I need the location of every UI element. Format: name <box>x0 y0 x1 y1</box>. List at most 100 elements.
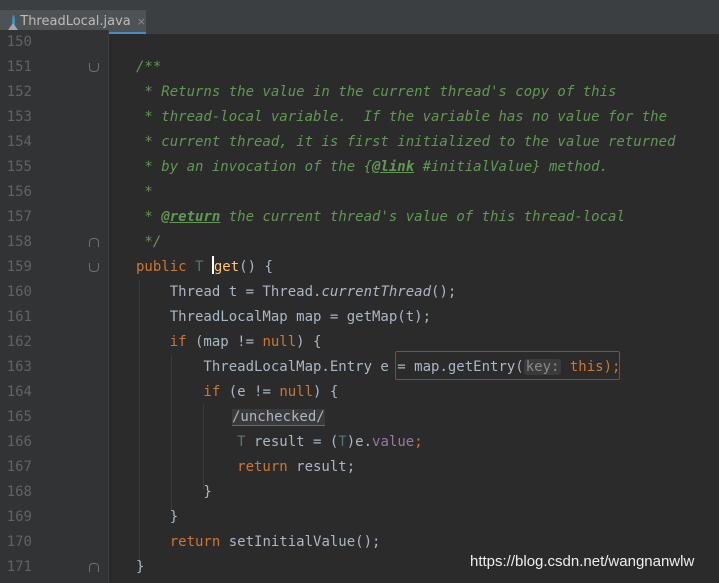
code-line-154: 154 * current thread, it is first initia… <box>0 130 719 155</box>
keyword: public <box>136 259 187 275</box>
code-text: return setInitialValue(); <box>136 530 381 555</box>
code-token: ThreadLocalMap.Entry e = <box>136 359 415 375</box>
code-token: result; <box>287 459 356 475</box>
type-param: T <box>136 434 246 450</box>
line-number: 165 <box>6 409 32 425</box>
code-token: ThreadLocalMap map = getMap(t); <box>136 309 432 325</box>
code-line-167: 167 return result; <box>0 455 719 480</box>
code-text: /unchecked/ <box>232 405 325 430</box>
keyword: null <box>262 334 297 350</box>
field: value <box>372 434 415 450</box>
highlight-box <box>395 351 620 380</box>
code-text: return result; <box>136 455 355 480</box>
folded-annotation[interactable]: /unchecked/ <box>232 409 325 426</box>
fold-end-icon[interactable] <box>89 563 99 572</box>
watermark: https://blog.csdn.net/wangnanwlw <box>470 553 695 570</box>
code-line-164: 164 if (e != null) { <box>0 380 719 405</box>
line-number: 155 <box>6 159 32 175</box>
line-number: 157 <box>6 209 32 225</box>
code-text: * current thread, it is first initialize… <box>136 130 675 155</box>
type-param: T <box>186 259 212 275</box>
line-number: 167 <box>6 459 32 475</box>
doc-comment: /** <box>136 59 162 75</box>
code-line-160: 160 Thread t = Thread.currentThread(); <box>0 280 719 305</box>
line-number: 153 <box>6 109 32 125</box>
line-number: 169 <box>6 509 32 525</box>
code-text: if (map != null) { <box>136 330 322 355</box>
code-token: ) { <box>296 334 322 350</box>
line-number: 162 <box>6 334 32 350</box>
code-text: } <box>136 480 212 505</box>
doc-comment: #initialValue} method. <box>414 159 609 175</box>
code-text: /** <box>136 55 161 80</box>
close-icon[interactable]: × <box>137 15 146 28</box>
code-token: setInitialValue(); <box>220 534 381 550</box>
java-class-icon <box>7 14 19 30</box>
keyword: return <box>136 534 221 550</box>
code-line-153: 153 * thread-local variable. If the vari… <box>0 105 719 130</box>
doc-comment: * by an invocation of the { <box>136 159 373 175</box>
code-text: } <box>136 555 144 580</box>
code-line-166: 166 T result = (T)e.value; <box>0 430 719 455</box>
line-number: 158 <box>6 234 32 250</box>
code-line-156: 156 * <box>0 180 719 205</box>
keyword: null <box>279 384 314 400</box>
line-number: 156 <box>6 184 32 200</box>
code-text: * @return the current thread's value of … <box>136 205 625 230</box>
code-token: result = ( <box>245 434 339 450</box>
code-text: * <box>136 180 153 205</box>
doc-return-tag: @return <box>161 209 221 225</box>
code-token: } <box>136 484 212 500</box>
code-token: () { <box>239 259 273 275</box>
tab-label: ThreadLocal.java <box>20 13 131 29</box>
doc-comment: * Returns the value in the current threa… <box>136 84 617 100</box>
code-token: ) { <box>313 384 339 400</box>
static-method: currentThread <box>321 284 432 300</box>
code-line-169: 169 } <box>0 505 719 530</box>
fold-collapse-icon[interactable] <box>89 263 99 272</box>
code-text: } <box>136 505 178 530</box>
doc-link-tag[interactable]: @link <box>372 159 414 175</box>
editor-tab-bar: ThreadLocal.java × <box>0 0 719 34</box>
keyword: if <box>136 384 221 400</box>
line-number: 161 <box>6 309 32 325</box>
code-token: ; <box>414 434 423 450</box>
line-number: 152 <box>6 84 32 100</box>
code-text: * by an invocation of the {@link #initia… <box>136 155 608 180</box>
code-line-155: 155 * by an invocation of the {@link #in… <box>0 155 719 180</box>
code-text: ThreadLocalMap map = getMap(t); <box>136 305 431 330</box>
line-number: 166 <box>6 434 32 450</box>
line-number: 160 <box>6 284 32 300</box>
code-token: } <box>136 509 179 525</box>
code-text: * thread-local variable. If the variable… <box>136 105 667 130</box>
code-line-168: 168 } <box>0 480 719 505</box>
code-line-152: 152 * Returns the value in the current t… <box>0 80 719 105</box>
code-token: } <box>136 559 145 575</box>
method-name[interactable]: get <box>214 259 239 275</box>
line-number: 159 <box>6 259 32 275</box>
code-text: T result = (T)e.value; <box>136 430 423 455</box>
line-number: 168 <box>6 484 32 500</box>
code-text: */ <box>136 230 161 255</box>
fold-end-icon[interactable] <box>89 238 99 247</box>
code-token: Thread t = Thread. <box>136 284 322 300</box>
code-text: Thread t = Thread.currentThread(); <box>136 280 457 305</box>
line-number: 170 <box>6 534 32 550</box>
code-text: if (e != null) { <box>136 380 338 405</box>
code-token: (); <box>431 284 457 300</box>
code-token: (e != <box>220 384 280 400</box>
code-line-157: 157 * @return the current thread's value… <box>0 205 719 230</box>
code-line-165: 165 /unchecked/ <box>0 405 719 430</box>
code-text: public T get() { <box>136 255 273 280</box>
code-line-151: 151 /** <box>0 55 719 80</box>
type-param: T <box>338 434 347 450</box>
code-line-161: 161 ThreadLocalMap map = getMap(t); <box>0 305 719 330</box>
line-number: 163 <box>6 359 32 375</box>
doc-comment: * <box>136 184 153 200</box>
doc-comment: the current thread's value of this threa… <box>220 209 625 225</box>
doc-comment: * current thread, it is first initialize… <box>136 134 676 150</box>
code-token: )e. <box>346 434 373 450</box>
fold-collapse-icon[interactable] <box>89 63 99 72</box>
code-line-170: 170 return setInitialValue(); <box>0 530 719 555</box>
line-number: 154 <box>6 134 32 150</box>
